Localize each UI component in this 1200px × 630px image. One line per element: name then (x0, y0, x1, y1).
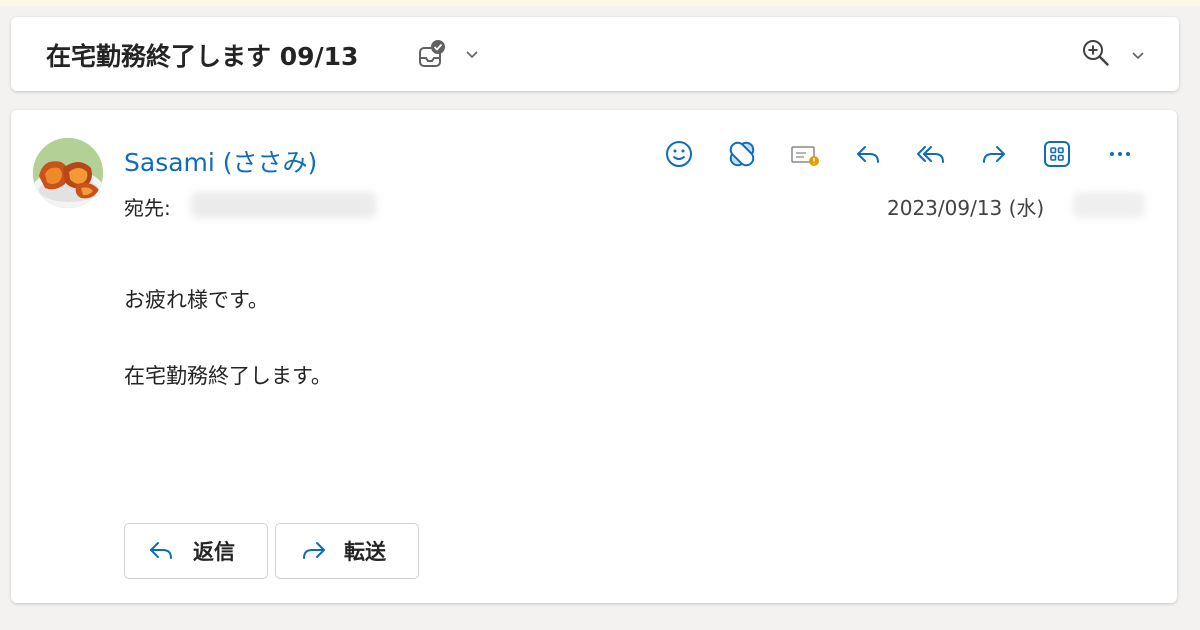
forward-button[interactable]: 転送 (275, 523, 419, 579)
more-icon (1110, 152, 1130, 156)
reactions-button[interactable] (659, 136, 699, 172)
forward-button-label: 転送 (344, 540, 386, 564)
body-line-1: お疲れ様です。 (124, 288, 269, 312)
recipient-label: 宛先: (124, 196, 171, 220)
subject-title: 在宅勤務終了します 09/13 (46, 42, 359, 71)
chevron-down-icon (1132, 52, 1144, 60)
forward-action[interactable] (974, 136, 1014, 172)
categorize-button[interactable] (416, 36, 488, 72)
apps-button[interactable] (1037, 136, 1077, 172)
more-actions-button[interactable] (1100, 136, 1140, 172)
zoom-button[interactable] (1079, 36, 1151, 72)
sent-date: 2023/09/13 (水) (887, 196, 1045, 220)
reply-icon (150, 542, 172, 559)
reply-button[interactable]: 返信 (124, 523, 268, 579)
envelope-alert-icon (791, 146, 819, 166)
apps-grid-icon (1044, 141, 1070, 167)
sender-avatar[interactable] (33, 138, 103, 208)
viva-insights-button[interactable] (722, 136, 762, 172)
zoom-in-icon (1083, 40, 1144, 66)
reply-all-action[interactable] (911, 136, 951, 172)
report-message-button[interactable] (785, 136, 825, 172)
forward-icon (983, 146, 1005, 163)
reply-action[interactable] (848, 136, 888, 172)
chevron-down-icon (466, 51, 478, 59)
sender-name[interactable]: Sasami (ささみ) (124, 143, 317, 179)
subject-header: 在宅勤務終了します 09/13 (11, 17, 1179, 91)
reply-all-icon (917, 146, 944, 163)
recipient-redacted (191, 192, 376, 218)
message-card: Sasami (ささみ) 宛先: 2023/09/13 (水) お疲れ様です。 … (11, 110, 1177, 603)
reply-icon (857, 146, 879, 163)
emoji-icon (666, 141, 692, 167)
sweet-potato-avatar (33, 138, 103, 208)
mailbox-check-icon (419, 40, 478, 67)
bandage-icon (729, 141, 755, 167)
forward-icon (303, 542, 325, 559)
top-strip (0, 0, 1200, 6)
body-line-2: 在宅勤務終了します。 (124, 364, 332, 388)
sent-time-redacted (1073, 192, 1145, 218)
reply-button-label: 返信 (193, 540, 235, 564)
